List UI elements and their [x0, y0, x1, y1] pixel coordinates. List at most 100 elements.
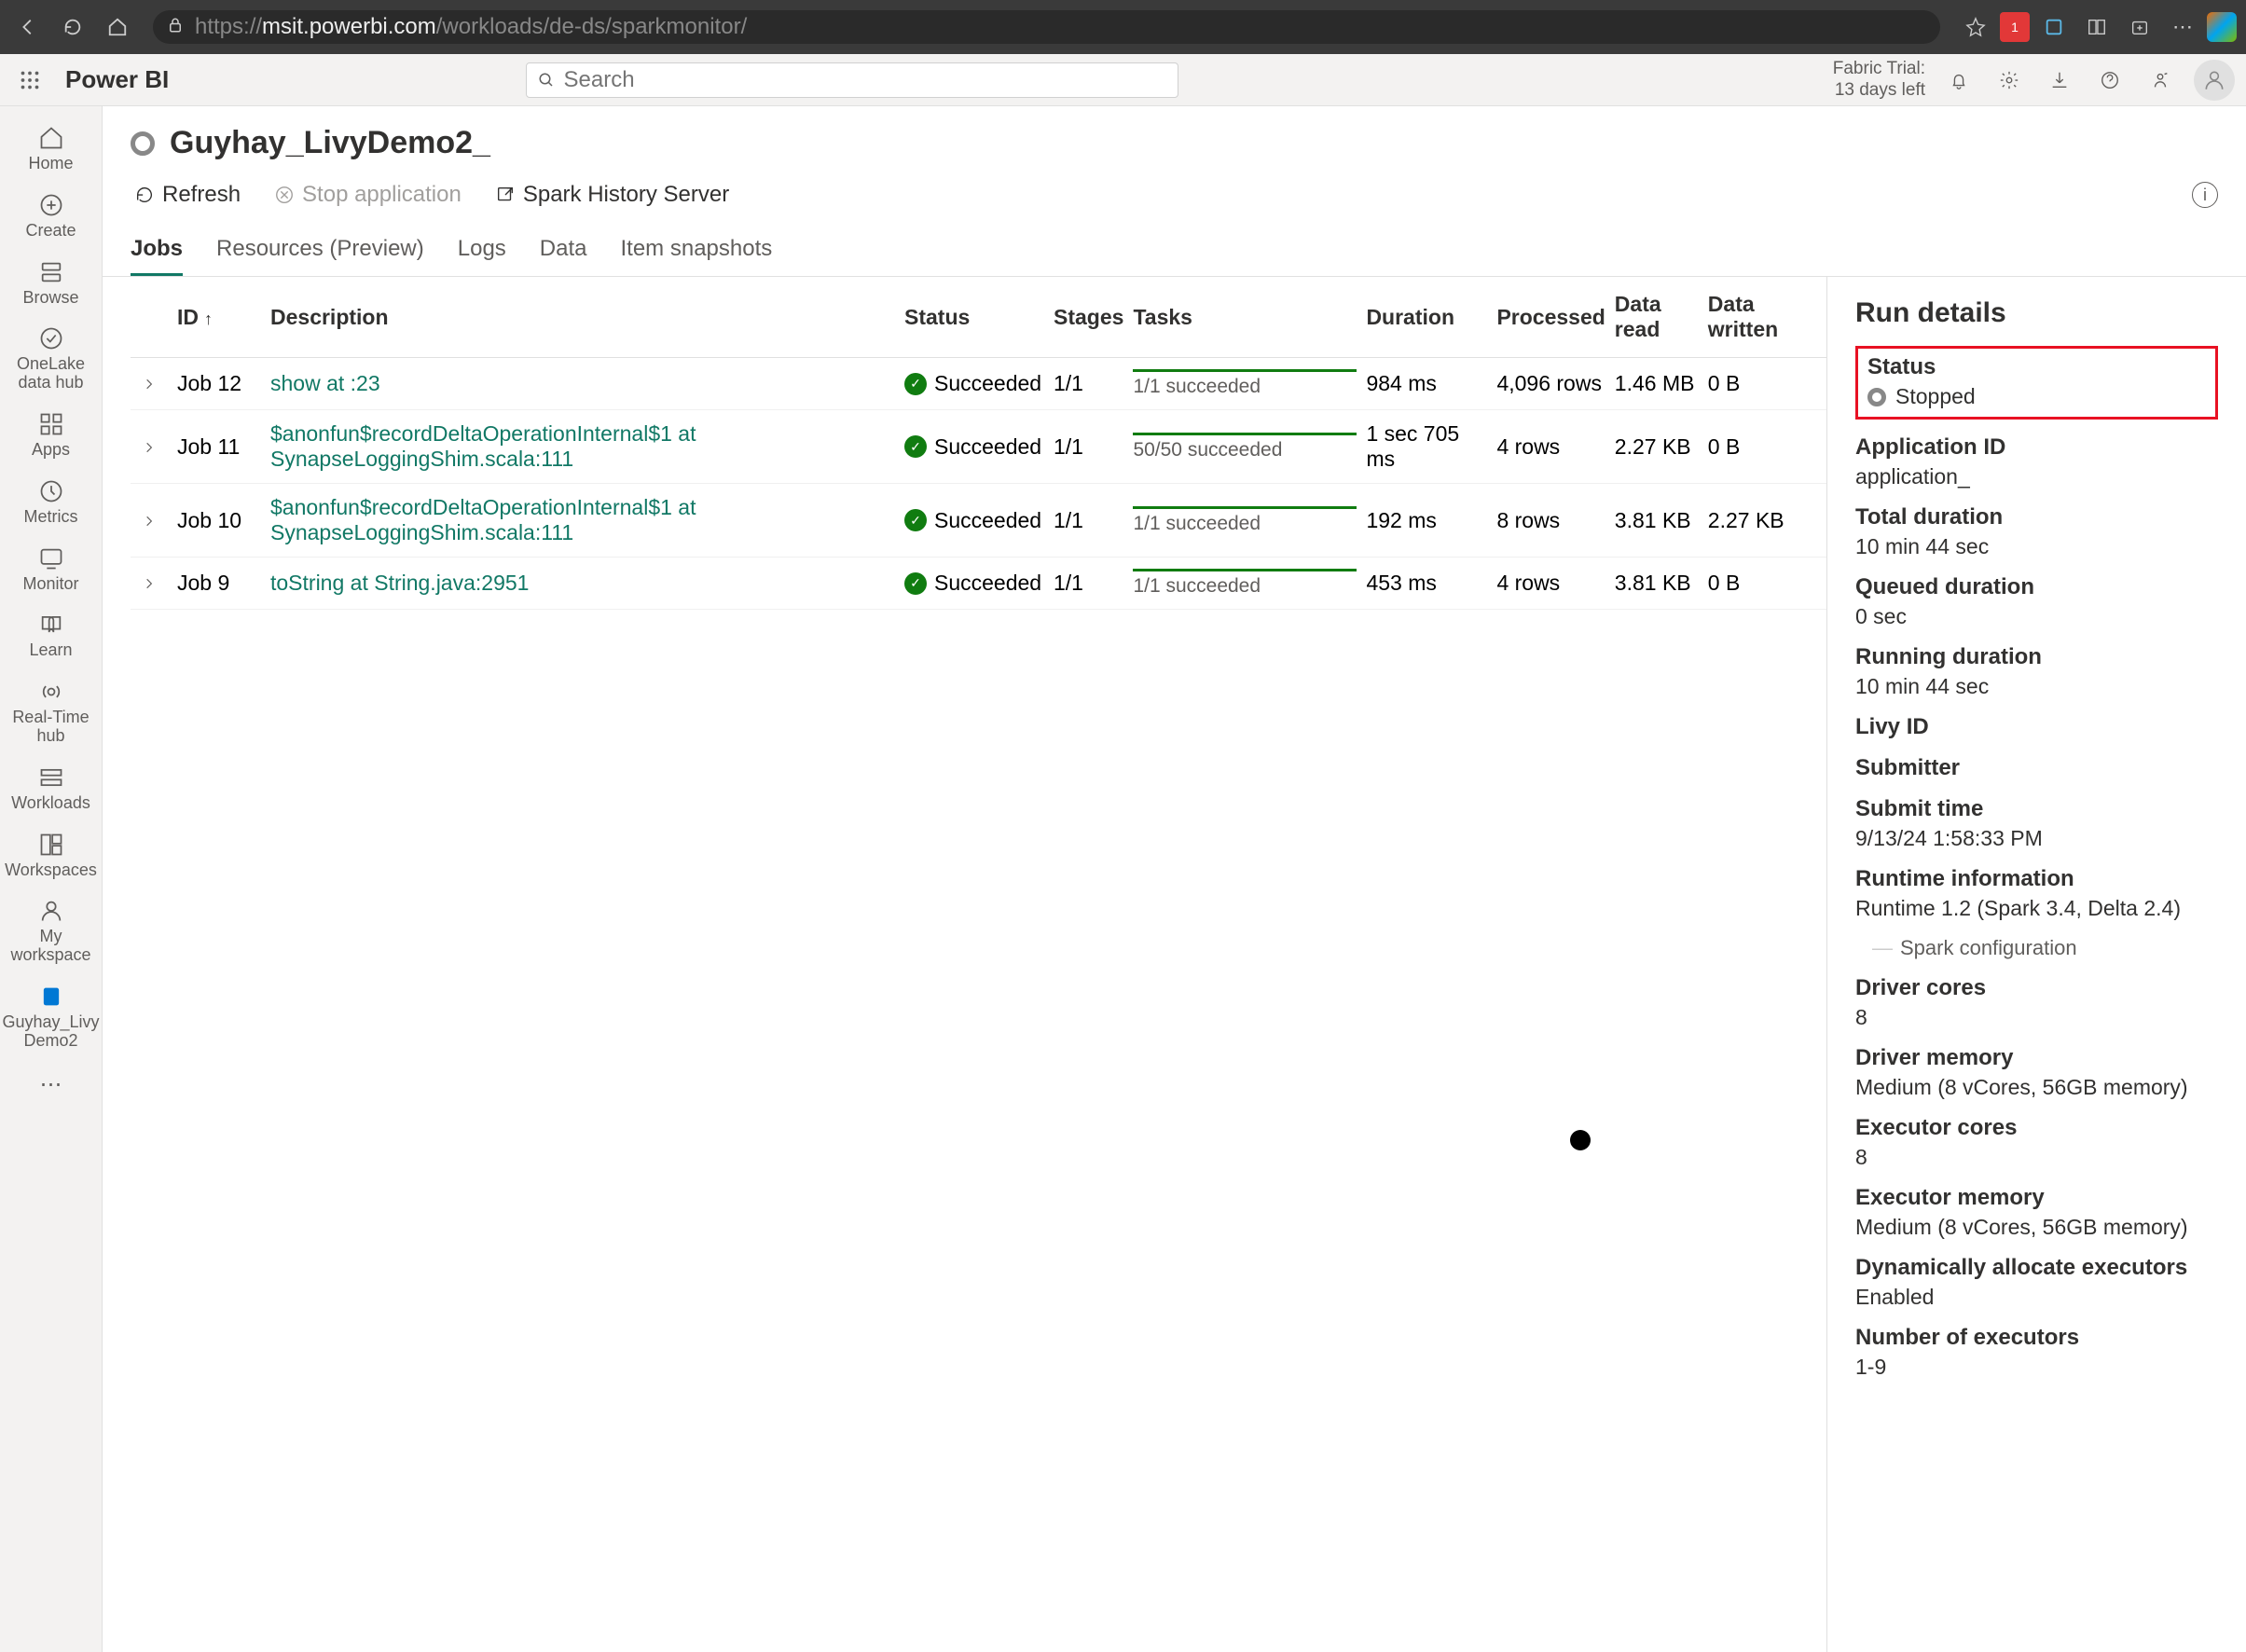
- refresh-browser-button[interactable]: [54, 8, 91, 46]
- url-bar[interactable]: https://msit.powerbi.com/workloads/de-ds…: [153, 10, 1940, 44]
- split-screen-icon[interactable]: [2078, 8, 2115, 46]
- settings-icon[interactable]: [1992, 63, 2026, 97]
- url-protocol: https://: [195, 14, 262, 40]
- check-icon: ✓: [904, 373, 927, 395]
- cell-description-link[interactable]: toString at String.java:2951: [270, 571, 529, 595]
- cell-status: ✓Succeeded: [904, 434, 1044, 460]
- rail-learn[interactable]: Learn: [0, 602, 102, 669]
- cell-written: 0 B: [1708, 410, 1826, 484]
- main-content: Guyhay_LivyDemo2_ Refresh Stop applicati…: [103, 106, 2246, 1652]
- back-button[interactable]: [9, 8, 47, 46]
- cell-tasks: 50/50 succeeded: [1133, 433, 1357, 461]
- rail-create[interactable]: Create: [0, 183, 102, 250]
- table-row: Job 9 toString at String.java:2951 ✓Succ…: [131, 558, 1826, 610]
- cell-duration: 453 ms: [1366, 558, 1496, 610]
- col-processed[interactable]: Processed: [1496, 277, 1614, 358]
- toolbar: Refresh Stop application Spark History S…: [103, 169, 2246, 225]
- numexec-label: Number of executors: [1855, 1325, 2218, 1351]
- expand-chevron-icon[interactable]: [143, 508, 156, 533]
- notifications-icon[interactable]: [1942, 63, 1976, 97]
- rail-metrics[interactable]: Metrics: [0, 469, 102, 536]
- rail-apps[interactable]: Apps: [0, 402, 102, 469]
- history-button[interactable]: Spark History Server: [491, 176, 733, 213]
- extension-icon-blue[interactable]: [2035, 8, 2073, 46]
- col-duration[interactable]: Duration: [1366, 277, 1496, 358]
- rail-current-item[interactable]: Guyhay_Livy Demo2: [0, 974, 102, 1060]
- cell-description-link[interactable]: $anonfun$recordDeltaOperationInternal$1 …: [270, 495, 696, 544]
- cell-written: 0 B: [1708, 358, 1826, 410]
- info-icon[interactable]: i: [2192, 182, 2218, 208]
- help-icon[interactable]: [2093, 63, 2127, 97]
- favorite-icon[interactable]: [1957, 8, 1994, 46]
- search-input[interactable]: [564, 67, 1166, 93]
- app-launcher-icon[interactable]: [11, 62, 48, 99]
- app-bar: Power BI Fabric Trial: 13 days left: [0, 54, 2246, 106]
- tab-resources[interactable]: Resources (Preview): [216, 225, 424, 276]
- tab-logs[interactable]: Logs: [458, 225, 506, 276]
- rail-more-icon[interactable]: ⋯: [0, 1060, 102, 1109]
- cell-processed: 4 rows: [1496, 558, 1614, 610]
- extension-badge-red[interactable]: 1: [2000, 12, 2030, 42]
- page-title: Guyhay_LivyDemo2_: [170, 125, 490, 161]
- expand-chevron-icon[interactable]: [143, 434, 156, 460]
- check-icon: ✓: [904, 572, 927, 595]
- home-browser-button[interactable]: [99, 8, 136, 46]
- expand-chevron-icon[interactable]: [143, 571, 156, 596]
- cell-duration: 192 ms: [1366, 484, 1496, 558]
- queued-label: Queued duration: [1855, 574, 2218, 600]
- cell-tasks: 1/1 succeeded: [1133, 369, 1357, 398]
- app-name: Power BI: [65, 65, 169, 94]
- col-data-written[interactable]: Data written: [1708, 277, 1826, 358]
- rail-monitor[interactable]: Monitor: [0, 536, 102, 603]
- cell-description-link[interactable]: $anonfun$recordDeltaOperationInternal$1 …: [270, 421, 696, 471]
- rail-workspaces[interactable]: Workspaces: [0, 822, 102, 889]
- cell-processed: 4 rows: [1496, 410, 1614, 484]
- collections-icon[interactable]: [2121, 8, 2158, 46]
- totaldur-value: 10 min 44 sec: [1855, 534, 2218, 559]
- rail-onelake[interactable]: OneLake data hub: [0, 316, 102, 402]
- cell-stages: 1/1: [1054, 410, 1133, 484]
- sort-arrow-icon: ↑: [204, 310, 213, 328]
- numexec-value: 1-9: [1855, 1355, 2218, 1380]
- rail-workloads[interactable]: Workloads: [0, 755, 102, 822]
- col-description[interactable]: Description: [270, 277, 904, 358]
- col-status[interactable]: Status: [904, 277, 1054, 358]
- run-details-panel: Run details Status Stopped Application I…: [1826, 277, 2246, 1652]
- tab-data[interactable]: Data: [540, 225, 587, 276]
- rail-home[interactable]: Home: [0, 116, 102, 183]
- cell-id: Job 10: [177, 484, 270, 558]
- cell-read: 3.81 KB: [1615, 484, 1708, 558]
- col-id[interactable]: ID↑: [177, 277, 270, 358]
- cell-description-link[interactable]: show at :23: [270, 371, 380, 395]
- submitter-label: Submitter: [1855, 755, 2218, 781]
- tab-snapshots[interactable]: Item snapshots: [621, 225, 773, 276]
- lock-icon: [167, 14, 184, 40]
- search-box[interactable]: [526, 62, 1178, 98]
- drivercores-label: Driver cores: [1855, 975, 2218, 1001]
- spark-config-link[interactable]: — Spark configuration: [1855, 936, 2218, 960]
- tab-jobs[interactable]: Jobs: [131, 225, 183, 276]
- col-data-read[interactable]: Data read: [1615, 277, 1708, 358]
- status-value: Stopped: [1895, 384, 1976, 409]
- rail-realtime[interactable]: Real-Time hub: [0, 669, 102, 755]
- copilot-icon[interactable]: [2207, 12, 2237, 42]
- avatar[interactable]: [2194, 60, 2235, 101]
- col-stages[interactable]: Stages: [1054, 277, 1133, 358]
- table-row: Job 11 $anonfun$recordDeltaOperationInte…: [131, 410, 1826, 484]
- page-status-dot-icon: [131, 131, 155, 156]
- external-link-icon: [495, 185, 516, 205]
- download-icon[interactable]: [2043, 63, 2076, 97]
- rail-myworkspace[interactable]: My workspace: [0, 888, 102, 974]
- cell-written: 0 B: [1708, 558, 1826, 610]
- col-tasks[interactable]: Tasks: [1133, 277, 1366, 358]
- queued-value: 0 sec: [1855, 604, 2218, 629]
- feedback-icon[interactable]: [2143, 63, 2177, 97]
- execmem-value: Medium (8 vCores, 56GB memory): [1855, 1215, 2218, 1240]
- expand-chevron-icon[interactable]: [143, 371, 156, 396]
- rail-browse[interactable]: Browse: [0, 250, 102, 317]
- refresh-button[interactable]: Refresh: [131, 176, 244, 213]
- browser-more-icon[interactable]: ⋯: [2164, 8, 2201, 46]
- cell-duration: 984 ms: [1366, 358, 1496, 410]
- appid-value: application_: [1855, 464, 2218, 489]
- dynalloc-label: Dynamically allocate executors: [1855, 1255, 2218, 1281]
